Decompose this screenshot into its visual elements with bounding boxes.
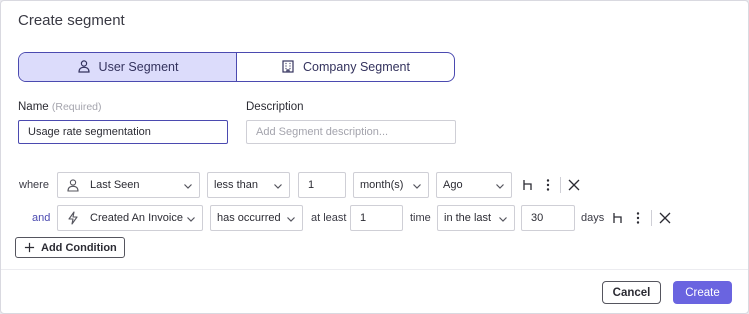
building-icon <box>281 59 295 76</box>
condition-connector-where: where <box>19 179 49 191</box>
company-segment-tab[interactable]: Company Segment <box>237 53 454 81</box>
condition-2-window-select[interactable]: in the last <box>437 205 515 231</box>
condition-1-unit-select[interactable]: month(s) <box>353 172 429 198</box>
divider <box>651 210 652 226</box>
chevron-down-icon <box>413 184 421 189</box>
description-input[interactable]: Add Segment description... <box>246 120 456 144</box>
name-required-hint: (Required) <box>51 101 102 113</box>
user-segment-tab[interactable]: User Segment <box>19 53 237 81</box>
condition-1-operator-value: less than <box>214 179 259 191</box>
user-icon <box>66 178 80 192</box>
create-button[interactable]: Create <box>673 281 732 304</box>
condition-2-remove-button[interactable] <box>658 211 672 225</box>
name-label-text: Name <box>18 101 49 113</box>
cancel-button[interactable]: Cancel <box>602 281 661 304</box>
condition-2-attribute-select[interactable]: Created An Invoice <box>57 205 203 231</box>
condition-1-more-button[interactable] <box>541 178 555 192</box>
condition-1-attribute-value: Last Seen <box>90 179 140 191</box>
condition-1-value-input[interactable]: 1 <box>298 172 346 198</box>
condition-1-remove-button[interactable] <box>567 178 581 192</box>
condition-1-relation-select[interactable]: Ago <box>436 172 512 198</box>
chevron-down-icon <box>499 217 507 222</box>
chevron-down-icon <box>184 184 192 189</box>
lightning-icon <box>66 211 80 225</box>
condition-1-group-button[interactable] <box>521 178 535 192</box>
chevron-down-icon <box>274 184 282 189</box>
condition-2-qualifier: at least <box>311 212 347 224</box>
name-input[interactable]: Usage rate segmentation <box>18 120 228 144</box>
condition-2-operator-value: has occurred <box>217 212 281 224</box>
divider <box>560 177 561 193</box>
condition-2-window-unit: days <box>581 212 605 224</box>
add-condition-button[interactable]: Add Condition <box>15 237 125 258</box>
condition-2-group-button[interactable] <box>611 211 625 225</box>
close-icon <box>568 179 580 191</box>
chevron-down-icon <box>187 217 195 222</box>
segment-type-toggle: User Segment Company Segment <box>18 52 455 82</box>
company-segment-label: Company Segment <box>302 60 410 74</box>
plus-icon <box>24 242 35 253</box>
description-label: Description <box>246 101 304 113</box>
dialog-title: Create segment <box>18 12 125 29</box>
chevron-down-icon <box>287 217 295 222</box>
name-label: Name (Required) <box>18 101 102 113</box>
chevron-down-icon <box>496 184 504 189</box>
condition-2-window-value-input[interactable]: 30 <box>521 205 575 231</box>
condition-2-value-unit: time <box>410 212 431 224</box>
condition-2-more-button[interactable] <box>631 211 645 225</box>
branch-icon <box>613 213 622 223</box>
branch-icon <box>523 180 532 190</box>
condition-2-operator-select[interactable]: has occurred <box>210 205 303 231</box>
condition-2-window-value: in the last <box>444 212 492 224</box>
create-segment-dialog: Create segment User Segment Company Segm… <box>0 0 749 314</box>
add-condition-label: Add Condition <box>41 241 117 254</box>
close-icon <box>659 212 671 224</box>
condition-1-relation-value: Ago <box>443 179 463 191</box>
footer-divider <box>1 269 748 270</box>
user-segment-label: User Segment <box>98 60 179 74</box>
condition-2-attribute-value: Created An Invoice <box>90 212 183 224</box>
condition-2-value-input[interactable]: 1 <box>350 205 403 231</box>
user-icon <box>77 59 91 76</box>
more-vertical-icon <box>546 179 550 191</box>
condition-1-attribute-select[interactable]: Last Seen <box>57 172 200 198</box>
condition-1-unit-value: month(s) <box>360 179 404 191</box>
condition-connector-and[interactable]: and <box>32 212 50 224</box>
condition-1-operator-select[interactable]: less than <box>207 172 290 198</box>
more-vertical-icon <box>636 212 640 224</box>
